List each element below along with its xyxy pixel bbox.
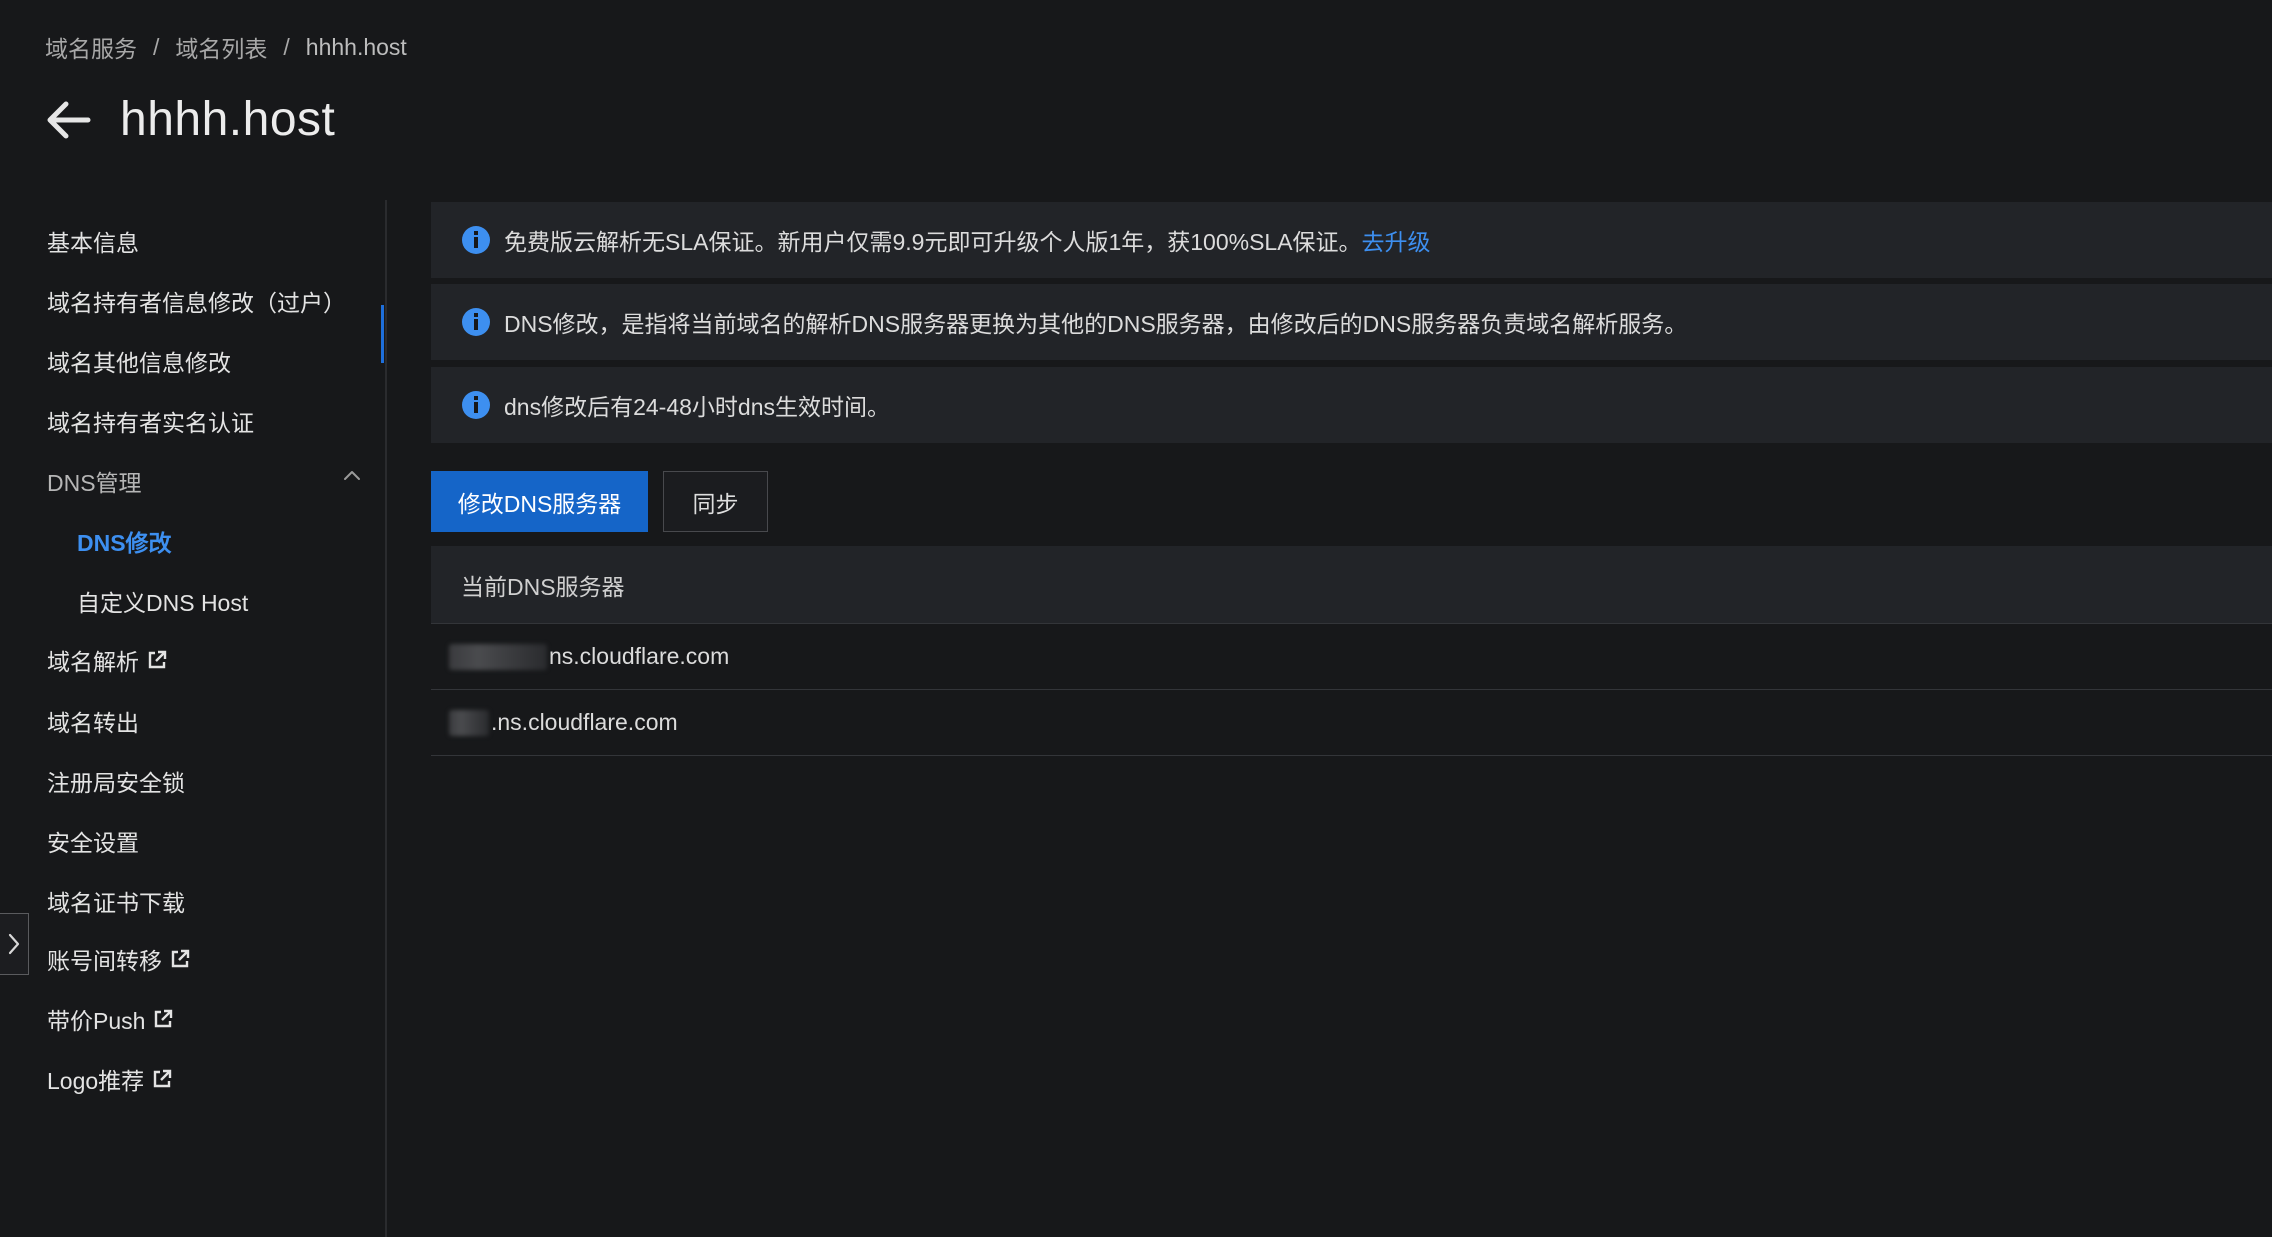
info-circle-icon [461,225,491,255]
table-header: 当前DNS服务器 [431,546,2272,624]
sidebar-item-label: 域名持有者信息修改（过户） [47,290,346,316]
sidebar-item-label: 带价Push [47,1008,146,1034]
sidebar-item-dns-modify[interactable]: DNS修改 [77,524,172,558]
dns-server-value: .ns.cloudflare.com [491,709,678,735]
breadcrumb-separator: / [153,33,160,60]
sidebar-item-logo-recommend[interactable]: Logo推荐 [47,1062,173,1096]
back-button[interactable] [42,94,94,146]
page: 域名服务 / 域名列表 / hhhh.host hhhh.host 基本信息 域… [0,0,2272,1237]
sidebar-collapse-toggle[interactable] [0,913,29,975]
notice-text: DNS修改，是指将当前域名的解析DNS服务器更换为其他的DNS服务器，由修改后的… [504,311,1688,337]
breadcrumb-domain-service[interactable]: 域名服务 [45,30,137,64]
sidebar-item-label: 域名持有者实名认证 [47,410,254,436]
table-row: .ns.cloudflare.com [431,690,2272,756]
sidebar-item-security-settings[interactable]: 安全设置 [47,824,139,858]
modify-dns-button[interactable]: 修改DNS服务器 [431,471,648,532]
sidebar-item-registry-lock[interactable]: 注册局安全锁 [47,764,185,798]
sidebar-item-label: 域名解析 [47,649,139,675]
sync-button[interactable]: 同步 [663,471,768,532]
breadcrumb: 域名服务 / 域名列表 / hhhh.host [45,30,407,64]
sidebar-item-dns-resolution[interactable]: 域名解析 [47,643,168,677]
dns-server-table: 当前DNS服务器 ns.cloudflare.com .ns.cloudflar… [431,546,2272,756]
active-indicator [381,305,384,363]
sidebar-item-other-info[interactable]: 域名其他信息修改 [47,344,231,378]
notice-upgrade: 免费版云解析无SLA保证。新用户仅需9.9元即可升级个人版1年，获100%SLA… [431,202,2272,278]
chevron-up-icon[interactable] [342,468,362,482]
page-title: hhhh.host [120,93,336,146]
notice-text: 免费版云解析无SLA保证。新用户仅需9.9元即可升级个人版1年，获100%SLA… [504,229,1362,255]
sidebar-item-holder-change[interactable]: 域名持有者信息修改（过户） [47,284,346,318]
info-circle-icon [461,390,491,420]
sidebar-item-label: DNS修改 [77,530,172,556]
sidebar-item-label: 安全设置 [47,830,139,856]
sidebar-item-certificate-download[interactable]: 域名证书下载 [47,884,185,918]
redacted-block [449,709,489,736]
sidebar-item-domain-transfer-out[interactable]: 域名转出 [47,704,139,738]
redacted-block [449,643,547,670]
sidebar-item-custom-dns-host[interactable]: 自定义DNS Host [77,584,248,618]
sidebar-item-realname[interactable]: 域名持有者实名认证 [47,404,254,438]
sidebar-item-label: 基本信息 [47,230,139,256]
column-header-dns-server: 当前DNS服务器 [461,573,625,600]
sidebar-item-basic-info[interactable]: 基本信息 [47,224,139,258]
sidebar-item-label: 自定义DNS Host [77,590,249,616]
notice-text: dns修改后有24-48小时dns生效时间。 [504,394,890,420]
chevron-right-icon [8,933,20,955]
external-link-icon [169,948,191,970]
sidebar-item-label: DNS管理 [47,470,142,496]
sidebar-group-dns[interactable]: DNS管理 [47,464,142,498]
notice-dns-propagation: dns修改后有24-48小时dns生效时间。 [431,367,2272,443]
sidebar-item-label: Logo推荐 [47,1068,145,1094]
sidebar-item-label: 域名其他信息修改 [47,350,231,376]
breadcrumb-separator: / [283,33,290,60]
external-link-icon [151,1068,173,1090]
sidebar-item-price-push[interactable]: 带价Push [47,1002,174,1036]
arrow-left-icon [47,101,91,138]
sidebar: 基本信息 域名持有者信息修改（过户） 域名其他信息修改 域名持有者实名认证 DN… [0,200,387,1237]
external-link-icon [152,1008,174,1030]
external-link-icon [146,649,168,671]
table-row: ns.cloudflare.com [431,624,2272,690]
info-circle-icon [461,307,491,337]
breadcrumb-current: hhhh.host [305,33,407,60]
sidebar-item-label: 注册局安全锁 [47,770,185,796]
sidebar-item-label: 账号间转移 [47,948,162,974]
upgrade-link[interactable]: 去升级 [1362,223,1431,257]
notice-dns-explanation: DNS修改，是指将当前域名的解析DNS服务器更换为其他的DNS服务器，由修改后的… [431,284,2272,360]
sidebar-item-label: 域名证书下载 [47,890,185,916]
dns-server-value: ns.cloudflare.com [549,643,730,669]
action-buttons: 修改DNS服务器 同步 [431,471,768,532]
breadcrumb-domain-list[interactable]: 域名列表 [175,30,267,64]
sidebar-item-account-transfer[interactable]: 账号间转移 [47,942,191,976]
title-row: hhhh.host [42,92,335,147]
sidebar-item-label: 域名转出 [47,710,139,736]
